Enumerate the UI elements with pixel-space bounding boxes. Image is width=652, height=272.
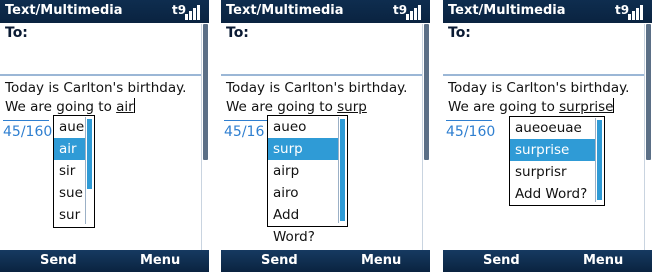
scrollbar-thumb[interactable] xyxy=(424,24,429,160)
suggestion-item[interactable]: sur xyxy=(54,204,85,226)
divider xyxy=(443,74,644,76)
phone-screen-2: Text/Multimedia t9 To: Today is Carlton'… xyxy=(221,0,430,272)
to-label: To: xyxy=(5,25,28,41)
scrollbar-thumb[interactable] xyxy=(203,24,208,160)
t9-indicator: t9 xyxy=(393,3,408,17)
suggestion-item[interactable]: Add Word? xyxy=(268,204,338,245)
t9-indicator: t9 xyxy=(615,3,630,17)
title-bar: Text/Multimedia t9 xyxy=(221,0,430,23)
character-counter: 45/160 xyxy=(446,124,496,140)
suggestion-item[interactable]: Add Word? xyxy=(510,183,595,205)
scrollbar[interactable] xyxy=(201,24,209,250)
suggestion-item[interactable]: aue xyxy=(54,116,85,138)
signal-strength-icon xyxy=(406,4,424,20)
title-bar: Text/Multimedia t9 xyxy=(0,0,209,23)
suggestion-item[interactable]: aueo xyxy=(268,116,338,138)
phone-screen-1: Text/Multimedia t9 To: Today is Carlton'… xyxy=(0,0,209,272)
to-label: To: xyxy=(448,25,471,41)
suggestion-scrollbar-thumb[interactable] xyxy=(87,119,92,189)
text-caret xyxy=(133,98,135,113)
suggestion-item[interactable]: sue xyxy=(54,182,85,204)
suggestion-item-selected[interactable]: air xyxy=(54,138,85,160)
message-text: Today is Carlton's birthday. We are goin… xyxy=(5,80,187,115)
t9-indicator: t9 xyxy=(172,3,187,17)
send-softkey[interactable]: Send xyxy=(261,253,298,268)
suggestion-list: aueo surp airp airo Add Word? xyxy=(267,115,348,245)
menu-softkey[interactable]: Menu xyxy=(140,253,180,268)
suggestion-item[interactable]: airo xyxy=(268,182,338,204)
suggestion-item[interactable]: aueoeuae xyxy=(510,117,595,139)
suggestion-item-selected[interactable]: surprise xyxy=(510,139,595,161)
counter-underline xyxy=(224,120,270,121)
suggestion-item[interactable]: airp xyxy=(268,160,338,182)
typed-word: surprise xyxy=(559,99,614,115)
suggestion-scrollbar[interactable] xyxy=(338,117,347,223)
softkey-bar: Send Menu xyxy=(443,250,652,272)
to-label: To: xyxy=(226,25,249,41)
text-caret xyxy=(613,98,615,113)
message-body[interactable]: Today is Carlton's birthday. We are goin… xyxy=(448,79,643,117)
counter-underline xyxy=(3,120,49,121)
message-body[interactable]: Today is Carlton's birthday. We are goin… xyxy=(226,79,421,117)
typed-word: surp xyxy=(337,99,367,115)
menu-softkey[interactable]: Menu xyxy=(583,253,623,268)
typed-word: air xyxy=(116,99,134,115)
message-text: Today is Carlton's birthday. We are goin… xyxy=(226,80,408,115)
character-counter: 45/160 xyxy=(3,124,53,140)
scrollbar[interactable] xyxy=(422,24,430,250)
phone-screen-3: Text/Multimedia t9 To: Today is Carlton'… xyxy=(443,0,652,272)
suggestion-scrollbar[interactable] xyxy=(595,118,604,202)
softkey-bar: Send Menu xyxy=(0,250,209,272)
character-counter: 45/16 xyxy=(224,124,265,140)
divider xyxy=(0,74,201,76)
suggestion-list: aue air sir sue sur xyxy=(53,115,95,228)
window-title: Text/Multimedia xyxy=(226,3,344,18)
signal-strength-icon xyxy=(185,4,203,20)
title-bar: Text/Multimedia t9 xyxy=(443,0,652,23)
send-softkey[interactable]: Send xyxy=(483,253,520,268)
counter-underline xyxy=(446,120,492,121)
suggestion-item-selected[interactable]: surp xyxy=(268,138,338,160)
softkey-bar: Send Menu xyxy=(221,250,430,272)
to-field[interactable] xyxy=(0,24,209,74)
to-field[interactable] xyxy=(221,24,430,74)
suggestion-scrollbar[interactable] xyxy=(85,117,94,224)
scrollbar[interactable] xyxy=(644,24,652,250)
divider xyxy=(221,74,422,76)
signal-strength-icon xyxy=(628,4,646,20)
suggestion-item[interactable]: surprisr xyxy=(510,161,595,183)
suggestion-list: aueoeuae surprise surprisr Add Word? xyxy=(509,116,605,206)
message-body[interactable]: Today is Carlton's birthday. We are goin… xyxy=(5,79,200,117)
suggestion-scrollbar-thumb[interactable] xyxy=(340,119,345,221)
window-title: Text/Multimedia xyxy=(5,3,123,18)
scrollbar-thumb[interactable] xyxy=(646,24,651,160)
suggestion-item[interactable]: sir xyxy=(54,160,85,182)
send-softkey[interactable]: Send xyxy=(40,253,77,268)
suggestion-scrollbar-thumb[interactable] xyxy=(597,120,602,200)
menu-softkey[interactable]: Menu xyxy=(361,253,401,268)
to-field[interactable] xyxy=(443,24,652,74)
window-title: Text/Multimedia xyxy=(448,3,566,18)
